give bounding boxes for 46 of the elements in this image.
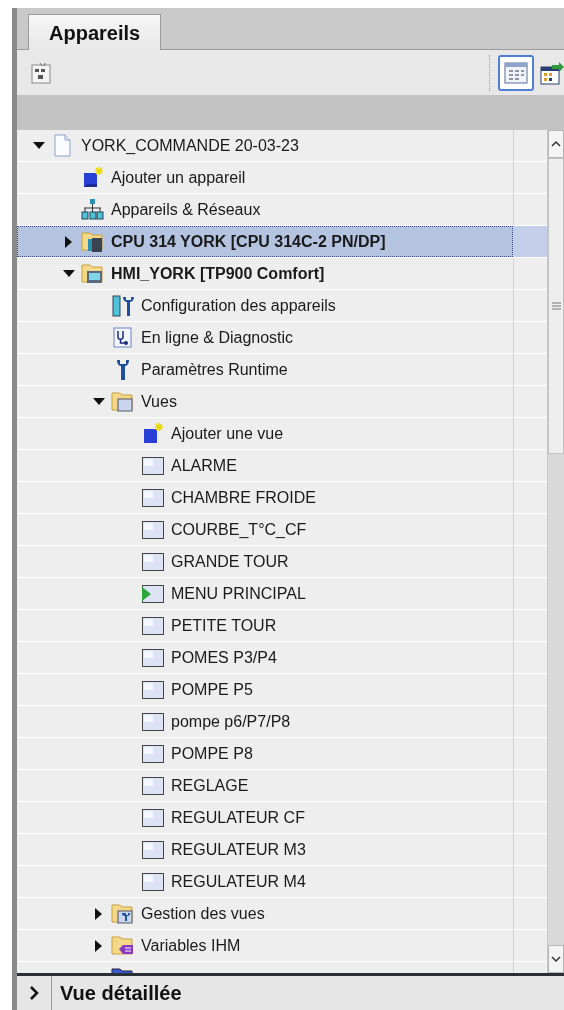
- chevron-right-icon: [29, 986, 39, 1000]
- folder-icon: [111, 389, 135, 414]
- tree-item-label[interactable]: Ajouter une vue: [171, 421, 284, 446]
- tree-item-label[interactable]: Appareils & Réseaux: [111, 197, 261, 222]
- add-device-icon: [81, 165, 105, 190]
- tree-item-label[interactable]: REGULATEUR M4: [171, 869, 306, 894]
- chevron-down-icon: [551, 955, 561, 963]
- tree-item-label[interactable]: Configuration des appareils: [141, 293, 336, 318]
- scroll-thumb[interactable]: [548, 158, 564, 454]
- tree-item-label[interactable]: Gestion des vues: [141, 901, 265, 926]
- tree-item-label[interactable]: Vues: [141, 389, 177, 414]
- tree-item-label[interactable]: MENU PRINCIPAL: [171, 581, 306, 606]
- tree-item-label[interactable]: Ajouter un appareil: [111, 165, 246, 190]
- plc-folder-icon: [81, 229, 105, 254]
- network-icon: [81, 197, 105, 222]
- tree-item-label[interactable]: REGULATEUR M3: [171, 837, 306, 862]
- detail-view-title: Vue détaillée: [60, 981, 182, 1006]
- tree-item-label[interactable]: ALARME: [171, 453, 237, 478]
- tree-item-label[interactable]: GRANDE TOUR: [171, 549, 289, 574]
- tree-item-label[interactable]: pompe p6/P7/P8: [171, 709, 291, 734]
- tree-item-label[interactable]: POMPE P5: [171, 677, 253, 702]
- scroll-up-button[interactable]: [548, 130, 564, 158]
- tag-folder-icon: [111, 933, 135, 958]
- device-view-icon[interactable]: [30, 60, 54, 85]
- tree-item-label[interactable]: Variables IHM: [141, 933, 241, 958]
- hmi-folder-icon: [81, 261, 105, 286]
- tree-item-label[interactable]: POMES P3/P4: [171, 645, 277, 670]
- tree-item-label[interactable]: En ligne & Diagnostic: [141, 325, 294, 350]
- tree-item-label[interactable]: Paramètres Runtime: [141, 357, 288, 382]
- tab[interactable]: Appareils: [28, 14, 162, 50]
- tree-item-label[interactable]: REGLAGE: [171, 773, 249, 798]
- table-view-button[interactable]: [498, 54, 534, 91]
- tree-item-label[interactable]: REGULATEUR CF: [171, 805, 305, 830]
- stethoscope-icon: [111, 325, 135, 350]
- tree-item-label[interactable]: COURBE_T°C_CF: [171, 517, 307, 542]
- scroll-down-button[interactable]: [548, 945, 564, 973]
- chevron-up-icon: [551, 140, 561, 148]
- tree-item-label[interactable]: POMPE P8: [171, 741, 253, 766]
- tree-item-label[interactable]: CHAMBRE FROIDE: [171, 485, 316, 510]
- tree-item-label[interactable]: PETITE TOUR: [171, 613, 277, 638]
- device-config-icon: [111, 293, 135, 318]
- export-table-icon[interactable]: [540, 60, 564, 85]
- tree-item-label[interactable]: YORK_COMMANDE 20-03-23: [81, 133, 299, 158]
- folder-icon: [111, 901, 135, 926]
- add-screen-icon: [141, 421, 165, 446]
- tree-item-label[interactable]: HMI_YORK [TP900 Comfort]: [111, 261, 325, 286]
